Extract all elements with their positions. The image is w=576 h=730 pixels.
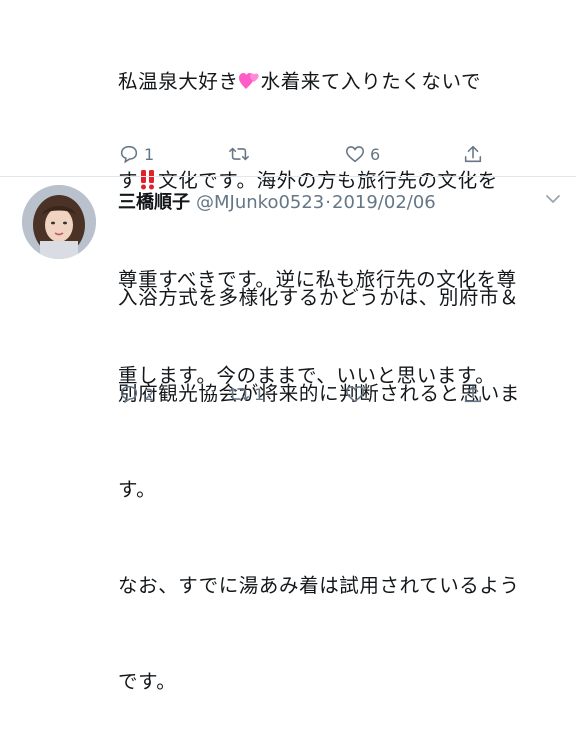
retweet-button[interactable]: [228, 142, 254, 166]
tweet-2-header: 三橋順子 @MJunko0523·2019/02/06: [118, 188, 436, 214]
reply-icon: [120, 385, 138, 404]
two-hearts-emoji-icon: [238, 69, 261, 101]
tweet-divider: [0, 176, 576, 177]
tweet-2-line-5: です。: [118, 670, 177, 693]
tweet-date[interactable]: 2019/02/06: [332, 192, 436, 213]
user-handle[interactable]: @MJunko0523: [196, 192, 324, 213]
display-name[interactable]: 三橋順子: [118, 192, 190, 213]
chevron-down-icon: [546, 195, 560, 203]
reply-count: 1: [144, 144, 155, 164]
retweet-count: 1: [254, 384, 265, 404]
separator-dot: ·: [325, 192, 331, 213]
share-button[interactable]: [462, 382, 484, 406]
share-icon: [464, 145, 482, 163]
heart-icon: [345, 386, 365, 403]
reply-count: 2: [144, 384, 155, 404]
tweet-menu-button[interactable]: [540, 186, 566, 212]
tweet-1-actions: 1 6: [118, 142, 518, 166]
retweet-icon: [229, 147, 249, 161]
tweet-1-line-1: 私温泉大好き 水着来て入りたくないで: [118, 66, 568, 101]
retweet-icon: [229, 387, 249, 401]
tweet-2-line-1: 入浴方式を多様化するかどうかは、別府市＆: [118, 286, 520, 309]
like-button[interactable]: [344, 382, 370, 406]
avatar[interactable]: [22, 185, 96, 259]
like-button[interactable]: 6: [344, 142, 380, 166]
reply-button[interactable]: 2: [118, 382, 154, 406]
tweet-2-text: 入浴方式を多様化するかどうかは、別府市＆ 別府観光協会が将来的に判断されると思い…: [118, 218, 568, 730]
heart-icon: [345, 146, 365, 163]
tweet-2-line-3: す。: [118, 478, 157, 501]
retweet-button[interactable]: 1: [228, 382, 264, 406]
share-button[interactable]: [462, 142, 484, 166]
reply-button[interactable]: 1: [118, 142, 154, 166]
tweet-2-line-4: なお、すでに湯あみ着は試用されているよう: [118, 574, 520, 597]
tweet-2-actions: 2 1: [118, 382, 518, 406]
share-icon: [464, 385, 482, 403]
like-count: 6: [370, 144, 381, 164]
reply-icon: [120, 145, 138, 164]
